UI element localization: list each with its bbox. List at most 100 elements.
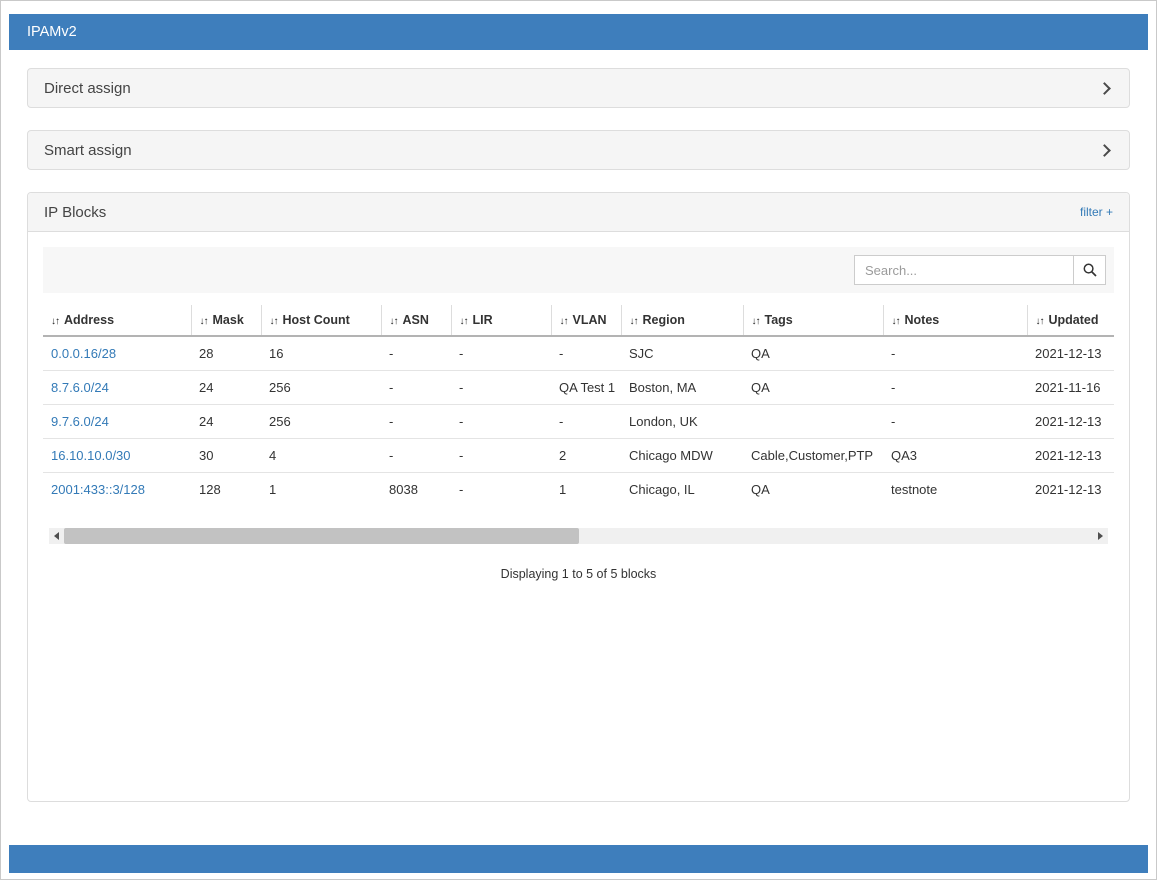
cell-vlan: 2 — [551, 439, 621, 473]
sort-icon: ↓↑ — [460, 316, 468, 327]
cell-asn: - — [381, 405, 451, 439]
sort-icon: ↓↑ — [892, 316, 900, 327]
column-label: ASN — [403, 313, 429, 327]
column-label: LIR — [473, 313, 493, 327]
sort-icon: ↓↑ — [51, 316, 59, 327]
sort-icon: ↓↑ — [630, 316, 638, 327]
column-label: Mask — [213, 313, 244, 327]
cell-updated: 2021-12-13 — [1027, 405, 1114, 439]
cell-asn: - — [381, 439, 451, 473]
direct-assign-panel[interactable]: Direct assign — [27, 68, 1130, 108]
column-header-tags[interactable]: ↓↑Tags — [743, 305, 883, 336]
scroll-left-icon — [54, 532, 59, 540]
address-link[interactable]: 8.7.6.0/24 — [51, 380, 109, 395]
table-row: 0.0.0.16/282816---SJCQA-2021-12-13 — [43, 336, 1114, 371]
cell-mask: 128 — [191, 473, 261, 507]
main-container: Direct assign Smart assign IP Blocks fil… — [9, 68, 1148, 824]
chevron-right-icon — [1098, 82, 1111, 95]
app-header: IPAMv2 — [9, 14, 1148, 50]
app-footer — [9, 845, 1148, 873]
cell-host-count: 256 — [261, 371, 381, 405]
cell-address: 9.7.6.0/24 — [43, 405, 191, 439]
page: IPAMv2 Direct assign Smart assign IP Blo… — [0, 0, 1157, 880]
column-label: Address — [64, 313, 114, 327]
cell-lir: - — [451, 439, 551, 473]
column-label: VLAN — [573, 313, 607, 327]
ip-blocks-title: IP Blocks — [44, 204, 106, 221]
address-link[interactable]: 0.0.0.16/28 — [51, 346, 116, 361]
cell-vlan: - — [551, 405, 621, 439]
cell-mask: 24 — [191, 371, 261, 405]
column-header-updated[interactable]: ↓↑ Updated — [1027, 305, 1114, 336]
table-row: 8.7.6.0/2424256--QA Test 1Boston, MAQA-2… — [43, 371, 1114, 405]
cell-mask: 30 — [191, 439, 261, 473]
search-icon — [1083, 263, 1097, 277]
cell-updated: 2021-11-16 — [1027, 371, 1114, 405]
cell-vlan: - — [551, 336, 621, 371]
cell-asn: 8038 — [381, 473, 451, 507]
column-header-host-count[interactable]: ↓↑Host Count — [261, 305, 381, 336]
table-row: 2001:433::3/12812818038-1Chicago, ILQAte… — [43, 473, 1114, 507]
cell-updated: 2021-12-13 — [1027, 336, 1114, 371]
cell-address: 2001:433::3/128 — [43, 473, 191, 507]
cell-tags: QA — [743, 371, 883, 405]
app-title: IPAMv2 — [27, 24, 77, 40]
cell-tags: Cable,Customer,PTP — [743, 439, 883, 473]
column-header-mask[interactable]: ↓↑ Mask — [191, 305, 261, 336]
address-link[interactable]: 9.7.6.0/24 — [51, 414, 109, 429]
address-link[interactable]: 2001:433::3/128 — [51, 482, 145, 497]
cell-host-count: 4 — [261, 439, 381, 473]
chevron-right-icon — [1098, 144, 1111, 157]
table-header-row: ↓↑Address↓↑Mask↓↑Host Count↓↑ASN↓↑LIR↓↑V… — [43, 305, 1114, 336]
column-header-asn[interactable]: ↓↑ ASN — [381, 305, 451, 336]
cell-mask: 24 — [191, 405, 261, 439]
cell-host-count: 16 — [261, 336, 381, 371]
column-header-lir[interactable]: ↓↑ LIR — [451, 305, 551, 336]
ip-blocks-heading: IP Blocks filter + — [28, 193, 1129, 232]
cell-host-count: 256 — [261, 405, 381, 439]
scrollbar-thumb[interactable] — [64, 528, 579, 544]
ip-blocks-panel: IP Blocks filter + — [27, 192, 1130, 802]
cell-region: Chicago, IL — [621, 473, 743, 507]
column-header-address[interactable]: ↓↑ Address — [43, 305, 191, 336]
cell-notes: - — [883, 405, 1027, 439]
table-status: Displaying 1 to 5 of 5 blocks — [43, 567, 1114, 581]
cell-notes: testnote — [883, 473, 1027, 507]
cell-vlan: QA Test 1 — [551, 371, 621, 405]
scroll-right-arrow[interactable] — [1093, 528, 1108, 544]
column-header-region[interactable]: ↓↑Region — [621, 305, 743, 336]
ip-blocks-table: ↓↑Address↓↑Mask↓↑Host Count↓↑ASN↓↑LIR↓↑V… — [43, 305, 1114, 506]
sort-icon: ↓↑ — [200, 316, 208, 327]
cell-region: Chicago MDW — [621, 439, 743, 473]
cell-address: 16.10.10.0/30 — [43, 439, 191, 473]
column-header-vlan[interactable]: ↓↑ VLAN — [551, 305, 621, 336]
direct-assign-label: Direct assign — [44, 80, 131, 97]
search-button[interactable] — [1073, 255, 1106, 285]
cell-lir: - — [451, 371, 551, 405]
horizontal-scrollbar[interactable] — [49, 528, 1108, 544]
search-input[interactable] — [854, 255, 1074, 285]
address-link[interactable]: 16.10.10.0/30 — [51, 448, 131, 463]
sort-icon: ↓↑ — [560, 316, 568, 327]
column-label: Updated — [1049, 313, 1099, 327]
sort-icon: ↓↑ — [1036, 316, 1044, 327]
cell-region: Boston, MA — [621, 371, 743, 405]
sort-icon: ↓↑ — [390, 316, 398, 327]
cell-mask: 28 — [191, 336, 261, 371]
scroll-left-arrow[interactable] — [49, 528, 64, 544]
cell-lir: - — [451, 473, 551, 507]
scroll-right-icon — [1098, 532, 1103, 540]
cell-address: 8.7.6.0/24 — [43, 371, 191, 405]
filter-toggle-link[interactable]: filter + — [1080, 205, 1113, 219]
cell-notes: - — [883, 336, 1027, 371]
cell-notes: - — [883, 371, 1027, 405]
scrollbar-track[interactable] — [64, 528, 1093, 544]
cell-vlan: 1 — [551, 473, 621, 507]
smart-assign-panel[interactable]: Smart assign — [27, 130, 1130, 170]
table-row: 16.10.10.0/30304--2Chicago MDWCable,Cust… — [43, 439, 1114, 473]
table-toolbar — [43, 247, 1114, 293]
sort-icon: ↓↑ — [270, 316, 278, 327]
column-header-notes[interactable]: ↓↑Notes — [883, 305, 1027, 336]
cell-lir: - — [451, 336, 551, 371]
cell-asn: - — [381, 371, 451, 405]
